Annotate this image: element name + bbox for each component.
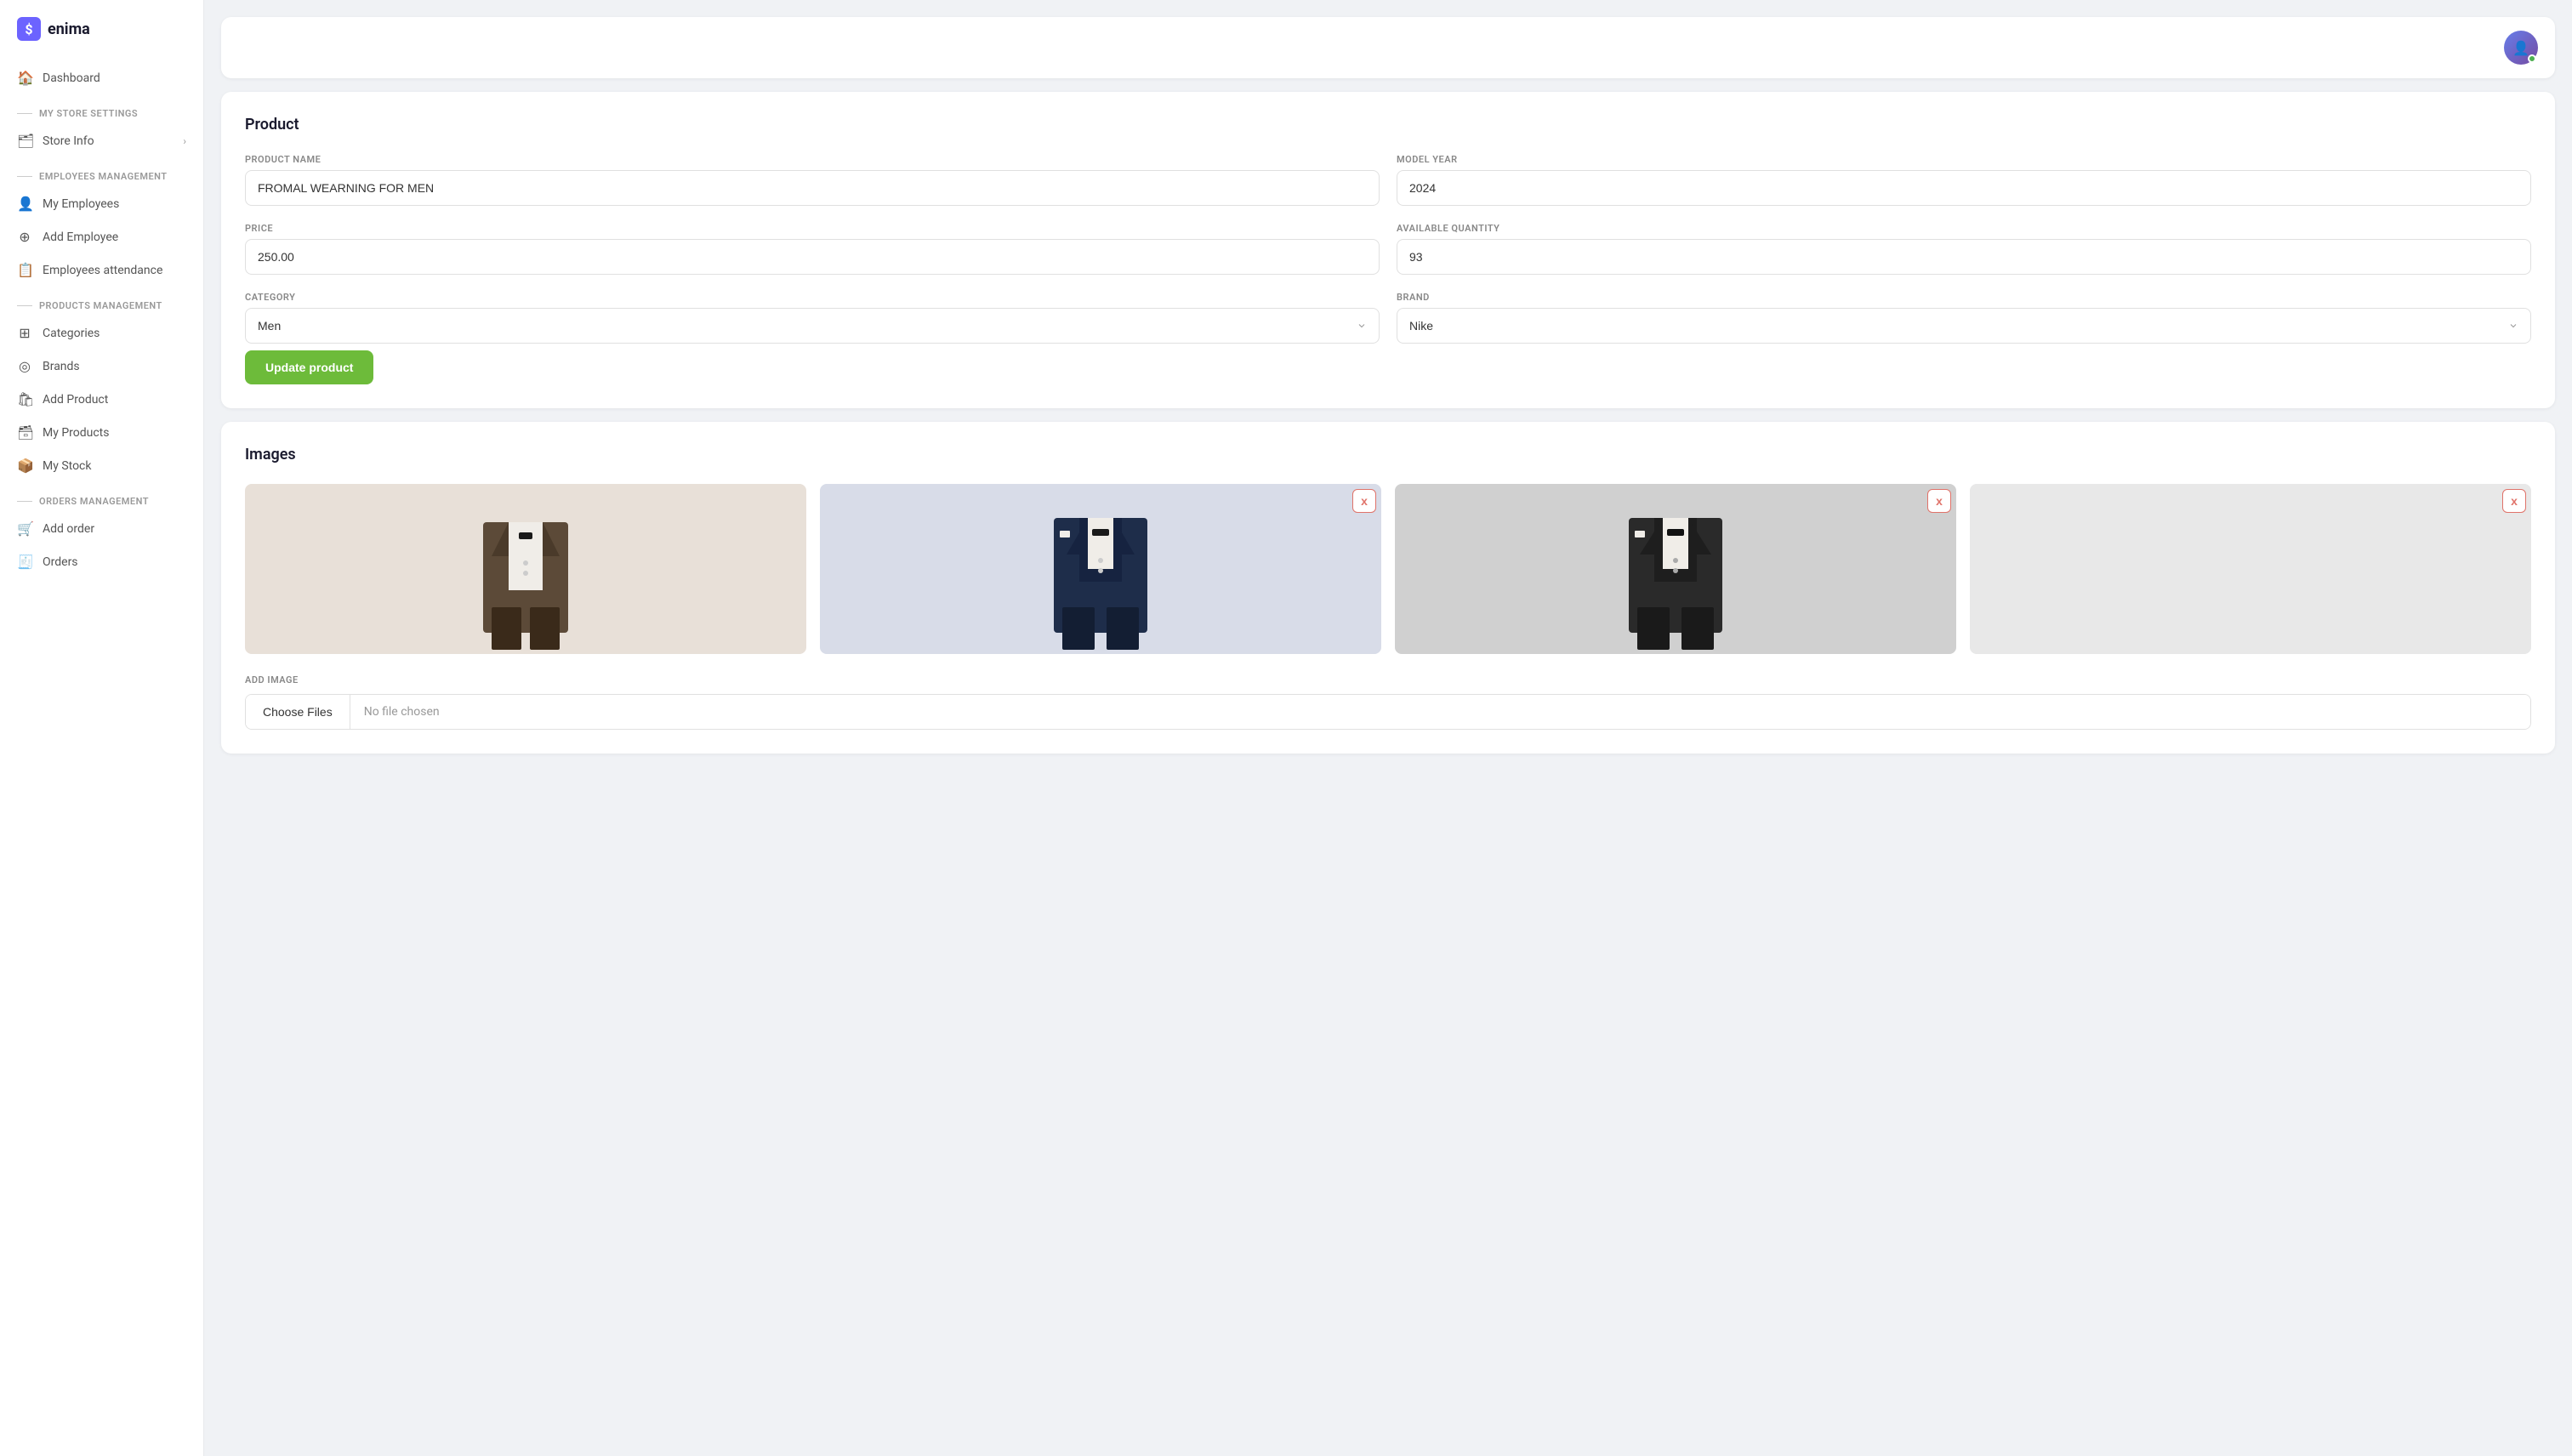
image-remove-button-4[interactable]: x xyxy=(2502,489,2526,513)
sidebar-item-my-employees[interactable]: 👤 My Employees xyxy=(0,187,203,220)
sidebar-item-store-info[interactable]: 🗂 Store Info › xyxy=(0,124,203,157)
sidebar-item-dashboard[interactable]: 🏠 Dashboard xyxy=(0,61,203,94)
add-product-icon: 🛍 xyxy=(17,391,32,407)
section-label-products: PRODUCTS MANAGEMENT xyxy=(0,287,203,316)
sidebar-item-employees-attendance[interactable]: 📋 Employees attendance xyxy=(0,253,203,287)
add-image-section: ADD IMAGE Choose Files No file chosen xyxy=(245,674,2531,730)
category-label: CATEGORY xyxy=(245,292,1380,303)
store-icon: 🗂 xyxy=(17,133,32,149)
my-products-icon: 🗃 xyxy=(17,424,32,441)
suit-image-4 xyxy=(1970,484,2531,654)
sidebar-item-brands[interactable]: ◎ Brands xyxy=(0,350,203,383)
brand-group: BRAND Nike Adidas Puma Gucci xyxy=(1397,292,2531,344)
available-quantity-label: AVAILABLE QUANTITY xyxy=(1397,223,2531,234)
suit-image-3 xyxy=(1395,484,1956,654)
available-quantity-input[interactable] xyxy=(1397,239,2531,275)
image-remove-button-3[interactable]: x xyxy=(1927,489,1951,513)
sidebar-item-add-order[interactable]: 🛒 Add order xyxy=(0,512,203,545)
brands-icon: ◎ xyxy=(17,358,32,374)
logo: $ enima xyxy=(0,17,203,61)
sidebar-item-label: My Stock xyxy=(43,459,91,473)
product-form-title: Product xyxy=(245,116,2531,134)
price-group: PRICE xyxy=(245,223,1380,275)
update-product-button[interactable]: Update product xyxy=(245,350,373,384)
home-icon: 🏠 xyxy=(17,70,32,86)
sidebar-item-label: My Employees xyxy=(43,197,119,211)
product-name-label: PRODUCT NAME xyxy=(245,154,1380,165)
product-form-card: Product PRODUCT NAME MODEL YEAR PRICE AV… xyxy=(221,92,2555,408)
app-name: enima xyxy=(48,20,90,38)
sidebar-item-categories[interactable]: ⊞ Categories xyxy=(0,316,203,350)
add-person-icon: ⊕ xyxy=(17,229,32,245)
orders-icon: 🧾 xyxy=(17,554,32,570)
images-grid: x xyxy=(245,484,2531,654)
main-content: 👤 Product PRODUCT NAME MODEL YEAR PRICE xyxy=(204,0,2572,1456)
model-year-label: MODEL YEAR xyxy=(1397,154,2531,165)
section-label-employees: EMPLOYEES MANAGEMENT xyxy=(0,157,203,187)
product-name-group: PRODUCT NAME xyxy=(245,154,1380,206)
image-remove-button-2[interactable]: x xyxy=(1352,489,1376,513)
chevron-right-icon: › xyxy=(183,135,186,147)
suit-image-2 xyxy=(820,484,1381,654)
product-form-grid: PRODUCT NAME MODEL YEAR PRICE AVAILABLE … xyxy=(245,154,2531,344)
model-year-input[interactable] xyxy=(1397,170,2531,206)
sidebar-item-my-products[interactable]: 🗃 My Products xyxy=(0,416,203,449)
section-label-store-settings: MY STORE SETTINGS xyxy=(0,94,203,124)
sidebar-item-label: Add Product xyxy=(43,393,108,407)
sidebar-item-label: Add order xyxy=(43,522,94,536)
sidebar-item-orders[interactable]: 🧾 Orders xyxy=(0,545,203,578)
image-item-1 xyxy=(245,484,806,654)
price-label: PRICE xyxy=(245,223,1380,234)
cart-icon: 🛒 xyxy=(17,520,32,537)
section-label-orders: ORDERS MANAGEMENT xyxy=(0,482,203,512)
sidebar-item-label: Categories xyxy=(43,327,100,340)
sidebar-item-add-product[interactable]: 🛍 Add Product xyxy=(0,383,203,416)
sidebar-item-label: Orders xyxy=(43,555,78,569)
no-file-chosen-text: No file chosen xyxy=(350,695,2530,729)
logo-icon: $ xyxy=(17,17,41,41)
images-card: Images xyxy=(221,422,2555,754)
sidebar-item-label: Store Info xyxy=(43,134,94,148)
topbar: 👤 xyxy=(221,17,2555,78)
user-avatar[interactable]: 👤 xyxy=(2504,31,2538,65)
online-status-dot xyxy=(2528,54,2536,63)
suit-image-1 xyxy=(245,484,806,654)
attendance-icon: 📋 xyxy=(17,262,32,278)
image-item-3: x xyxy=(1395,484,1956,654)
person-icon: 👤 xyxy=(17,196,32,212)
sidebar-item-add-employee[interactable]: ⊕ Add Employee xyxy=(0,220,203,253)
categories-icon: ⊞ xyxy=(17,325,32,341)
sidebar-item-my-stock[interactable]: 📦 My Stock xyxy=(0,449,203,482)
images-title: Images xyxy=(245,446,2531,464)
brand-select[interactable]: Nike Adidas Puma Gucci xyxy=(1397,308,2531,344)
file-input-wrapper: Choose Files No file chosen xyxy=(245,694,2531,730)
category-group: CATEGORY Men Women Kids xyxy=(245,292,1380,344)
image-item-4: x xyxy=(1970,484,2531,654)
model-year-group: MODEL YEAR xyxy=(1397,154,2531,206)
sidebar-item-label: Add Employee xyxy=(43,230,118,244)
product-name-input[interactable] xyxy=(245,170,1380,206)
sidebar-item-label: Dashboard xyxy=(43,71,100,85)
sidebar: $ enima 🏠 Dashboard MY STORE SETTINGS 🗂 … xyxy=(0,0,204,1456)
sidebar-item-label: My Products xyxy=(43,426,110,440)
choose-files-button[interactable]: Choose Files xyxy=(246,695,350,729)
add-image-label: ADD IMAGE xyxy=(245,674,2531,685)
brand-label: BRAND xyxy=(1397,292,2531,303)
stock-icon: 📦 xyxy=(17,458,32,474)
available-quantity-group: AVAILABLE QUANTITY xyxy=(1397,223,2531,275)
image-item-2: x xyxy=(820,484,1381,654)
price-input[interactable] xyxy=(245,239,1380,275)
sidebar-item-label: Employees attendance xyxy=(43,264,162,277)
category-select[interactable]: Men Women Kids xyxy=(245,308,1380,344)
sidebar-item-label: Brands xyxy=(43,360,80,373)
